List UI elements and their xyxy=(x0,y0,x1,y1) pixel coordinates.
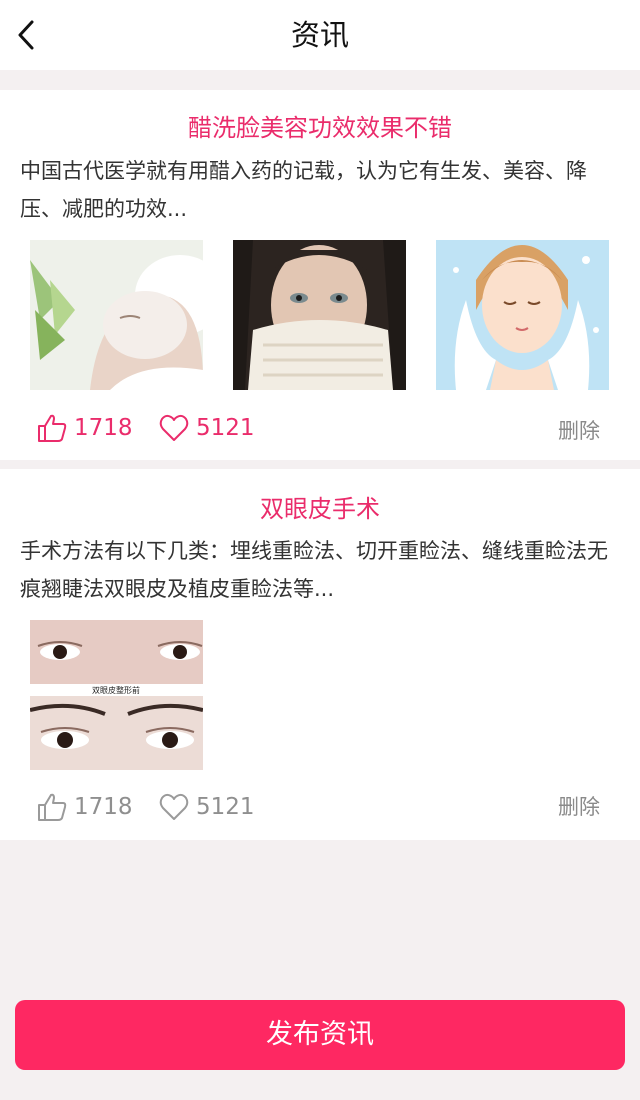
thumbs-up-icon xyxy=(38,414,67,442)
favorite-count: 5121 xyxy=(196,415,255,441)
like-button[interactable]: 1718 xyxy=(36,410,133,446)
like-button[interactable]: 1718 xyxy=(36,789,133,825)
facial-mask-spa-photo xyxy=(30,240,203,390)
delete-button[interactable]: 删除 xyxy=(558,415,600,445)
double-eyelid-before-after-photo: 双眼皮整形前 xyxy=(30,620,203,770)
news-description: 手术方法有以下几类：埋线重睑法、切开重睑法、缝线重睑法无痕翘睫法双眼皮及植皮重睑… xyxy=(20,539,608,601)
favorite-button[interactable]: 5121 xyxy=(158,789,255,825)
news-card[interactable]: 双眼皮手术 手术方法有以下几类：埋线重睑法、切开重睑法、缝线重睑法无痕翘睫法双眼… xyxy=(0,469,640,840)
news-thumbnail-facial-mask[interactable] xyxy=(30,240,203,390)
news-card[interactable]: 醋洗脸美容功效效果不错 中国古代医学就有用醋入药的记载，认为它有生发、美容、降压… xyxy=(0,90,640,460)
thumbs-up-icon xyxy=(38,793,67,821)
woman-towel-face-photo xyxy=(233,240,406,390)
like-count: 1718 xyxy=(74,415,133,441)
like-count: 1718 xyxy=(74,794,133,820)
page-title: 资讯 xyxy=(290,18,349,52)
heart-icon xyxy=(159,793,189,820)
favorite-count: 5121 xyxy=(196,794,255,820)
news-thumbnail-towel[interactable] xyxy=(233,240,406,390)
news-thumbnail-eyelid[interactable]: 双眼皮整形前 xyxy=(30,620,203,770)
news-description: 中国古代医学就有用醋入药的记载，认为它有生发、美容、降压、减肥的功效... xyxy=(20,159,587,221)
cartoon-girl-washing-face-illustration xyxy=(436,240,609,390)
eyelid-image-caption: 双眼皮整形前 xyxy=(92,685,140,695)
favorite-button[interactable]: 5121 xyxy=(158,410,255,446)
news-title[interactable]: 醋洗脸美容功效效果不错 xyxy=(0,108,640,143)
news-title[interactable]: 双眼皮手术 xyxy=(0,489,640,524)
news-thumbnail-cartoon[interactable] xyxy=(436,240,609,390)
publish-news-button[interactable]: 发布资讯 xyxy=(15,1000,625,1070)
delete-button[interactable]: 删除 xyxy=(558,791,600,821)
top-bar: 资讯 xyxy=(0,0,640,70)
heart-icon xyxy=(159,414,189,441)
